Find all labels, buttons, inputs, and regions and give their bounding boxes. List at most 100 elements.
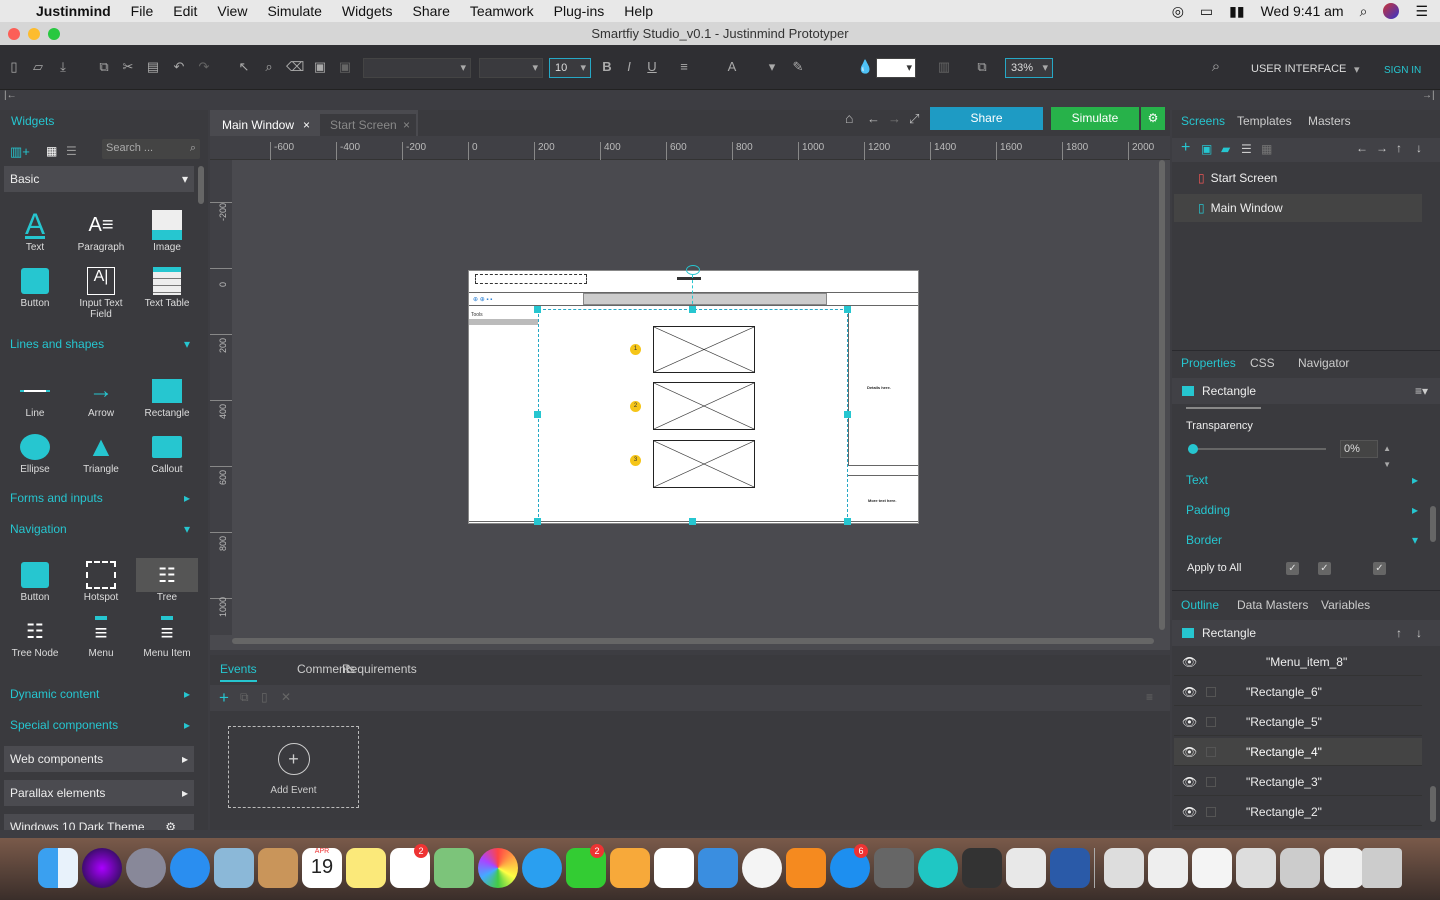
tab-templates[interactable]: Templates bbox=[1237, 114, 1292, 128]
spotlight-icon[interactable]: ⌕ bbox=[1360, 3, 1368, 20]
font-size-field[interactable]: 10 ▾ bbox=[549, 58, 591, 78]
add-screen-icon[interactable]: + bbox=[1181, 139, 1190, 157]
menu-icon[interactable]: ≡▾ bbox=[1415, 384, 1428, 398]
align-icon[interactable]: ≡ bbox=[676, 59, 692, 75]
widget-tree-node[interactable]: ☷ Tree Node bbox=[4, 614, 66, 660]
cut-icon[interactable]: ✂ bbox=[120, 59, 136, 75]
menu-icon[interactable]: ≡ bbox=[1146, 690, 1153, 704]
document-thumbnail[interactable] bbox=[1148, 848, 1188, 888]
close-window-button[interactable] bbox=[8, 28, 20, 40]
lock-checkbox[interactable] bbox=[1206, 777, 1216, 787]
notification-center-icon[interactable]: ☰ bbox=[1415, 3, 1428, 20]
font-style-select[interactable]: ▾ bbox=[479, 58, 543, 78]
wire-badge[interactable]: 3 bbox=[630, 455, 641, 466]
app-menu[interactable]: Justinmind bbox=[36, 3, 111, 19]
section-parallax[interactable]: Parallax elements ▸ bbox=[4, 780, 194, 806]
image-icon[interactable]: ▣ bbox=[1201, 142, 1212, 156]
siri-icon[interactable] bbox=[1383, 3, 1400, 19]
sign-in-link[interactable]: SIGN IN bbox=[1384, 65, 1421, 76]
arrange-icon[interactable]: ⧉ bbox=[974, 59, 990, 75]
minimize-window-button[interactable] bbox=[28, 28, 40, 40]
list-icon[interactable]: ☰ bbox=[1241, 142, 1252, 156]
paste-icon[interactable]: ▯ bbox=[261, 690, 268, 704]
wire-badge[interactable]: 1 bbox=[630, 344, 641, 355]
menu-share[interactable]: Share bbox=[413, 3, 450, 19]
fullscreen-icon[interactable]: ⤢ bbox=[909, 111, 919, 127]
screen-item-main[interactable]: ▯ Main Window bbox=[1174, 194, 1422, 222]
section-special-components[interactable]: Special components ▸ bbox=[4, 712, 194, 738]
wire-toolbar-icons[interactable]: ⊕ ⊕ ▪ ▪ bbox=[473, 296, 492, 303]
folder-icon[interactable]: ▰ bbox=[1221, 142, 1230, 156]
music-icon[interactable] bbox=[742, 848, 782, 888]
pages-icon[interactable] bbox=[610, 848, 650, 888]
eye-icon[interactable]: 👁 bbox=[1182, 798, 1197, 826]
group-padding[interactable]: Padding ▸ bbox=[1174, 496, 1422, 524]
simulate-settings-button[interactable]: ⚙ bbox=[1141, 107, 1165, 130]
transparency-input[interactable]: 0% ▲ ▼ bbox=[1340, 440, 1391, 469]
xcode-icon[interactable] bbox=[1006, 848, 1046, 888]
word-icon[interactable] bbox=[1050, 848, 1090, 888]
document-thumbnail[interactable] bbox=[1236, 848, 1276, 888]
tab-outline[interactable]: Outline bbox=[1181, 598, 1219, 612]
menu-view[interactable]: View bbox=[217, 3, 247, 19]
ui-mode-select[interactable]: USER INTERFACE bbox=[1251, 63, 1346, 75]
resize-handle[interactable] bbox=[844, 306, 851, 313]
contacts-icon[interactable] bbox=[258, 848, 298, 888]
eye-icon[interactable]: 👁 bbox=[1182, 708, 1197, 736]
home-icon[interactable]: ⌂ bbox=[845, 110, 853, 126]
widget-button[interactable]: Button bbox=[4, 264, 66, 309]
arrow-left-icon[interactable]: ← bbox=[1356, 141, 1368, 155]
transparency-slider[interactable] bbox=[1188, 448, 1326, 450]
category-select[interactable]: Basic ▾ bbox=[4, 166, 194, 192]
finder-icon[interactable] bbox=[38, 848, 78, 888]
bold-button[interactable]: B bbox=[599, 59, 615, 75]
resize-handle[interactable] bbox=[534, 411, 541, 418]
share-button[interactable]: Share bbox=[930, 107, 1043, 130]
zoom-field[interactable]: 33% ▾ bbox=[1005, 58, 1053, 78]
tab-screens[interactable]: Screens bbox=[1181, 114, 1225, 128]
books-icon[interactable] bbox=[786, 848, 826, 888]
select-arrow-icon[interactable]: ↖ bbox=[236, 59, 252, 75]
pencil-icon[interactable]: ✎ bbox=[790, 59, 806, 75]
widget-menu[interactable]: ≡ Menu bbox=[70, 614, 132, 659]
arrow-up-icon[interactable]: ↑ bbox=[1396, 141, 1402, 155]
menu-widgets[interactable]: Widgets bbox=[342, 3, 393, 19]
menu-file[interactable]: File bbox=[131, 3, 154, 19]
justinmind-icon[interactable] bbox=[918, 848, 958, 888]
section-dynamic-content[interactable]: Dynamic content ▸ bbox=[4, 681, 194, 707]
tab-data-masters[interactable]: Data Masters bbox=[1237, 598, 1308, 612]
tab-variables[interactable]: Variables bbox=[1321, 598, 1370, 612]
wire-menu-bar[interactable] bbox=[475, 274, 587, 284]
document-thumbnail[interactable] bbox=[1104, 848, 1144, 888]
outline-scrollbar[interactable] bbox=[1430, 786, 1436, 822]
widgets-tab[interactable]: Widgets bbox=[11, 114, 54, 128]
back-icon[interactable]: ← bbox=[867, 111, 880, 126]
clock[interactable]: Wed 9:41 am bbox=[1261, 3, 1344, 19]
drop-icon[interactable]: 💧 bbox=[857, 59, 873, 75]
menu-help[interactable]: Help bbox=[624, 3, 653, 19]
keynote-icon[interactable] bbox=[698, 848, 738, 888]
collapse-left-icon[interactable]: |← bbox=[4, 90, 17, 101]
tab-main-window[interactable]: Main Window × bbox=[212, 114, 318, 136]
lock-checkbox[interactable] bbox=[1206, 747, 1216, 757]
tab-events[interactable]: Events bbox=[220, 662, 257, 682]
resize-handle[interactable] bbox=[689, 518, 696, 525]
forward-icon[interactable]: → bbox=[888, 111, 901, 126]
safari-icon[interactable] bbox=[170, 848, 210, 888]
copy-icon[interactable]: ⧉ bbox=[96, 59, 112, 75]
arrow-up-icon[interactable]: ↑ bbox=[1396, 626, 1402, 640]
checkbox-icon[interactable]: ✓ bbox=[1373, 562, 1386, 575]
system-preferences-icon[interactable] bbox=[874, 848, 914, 888]
widget-nav-button[interactable]: Button bbox=[4, 558, 66, 603]
wire-title[interactable] bbox=[677, 277, 701, 280]
resize-handle[interactable] bbox=[844, 518, 851, 525]
widget-tree[interactable]: ☷ Tree bbox=[136, 558, 198, 603]
tab-masters[interactable]: Masters bbox=[1308, 114, 1351, 128]
widget-text[interactable]: A Text bbox=[4, 208, 66, 253]
chevron-down-icon[interactable]: ▾ bbox=[764, 59, 780, 75]
photos-icon[interactable] bbox=[478, 848, 518, 888]
redo-icon[interactable]: ↷ bbox=[196, 59, 212, 75]
outline-item[interactable]: 👁 "Rectangle_2" bbox=[1174, 798, 1422, 826]
widget-triangle[interactable]: ▲ Triangle bbox=[70, 430, 132, 475]
messages-icon[interactable] bbox=[522, 848, 562, 888]
